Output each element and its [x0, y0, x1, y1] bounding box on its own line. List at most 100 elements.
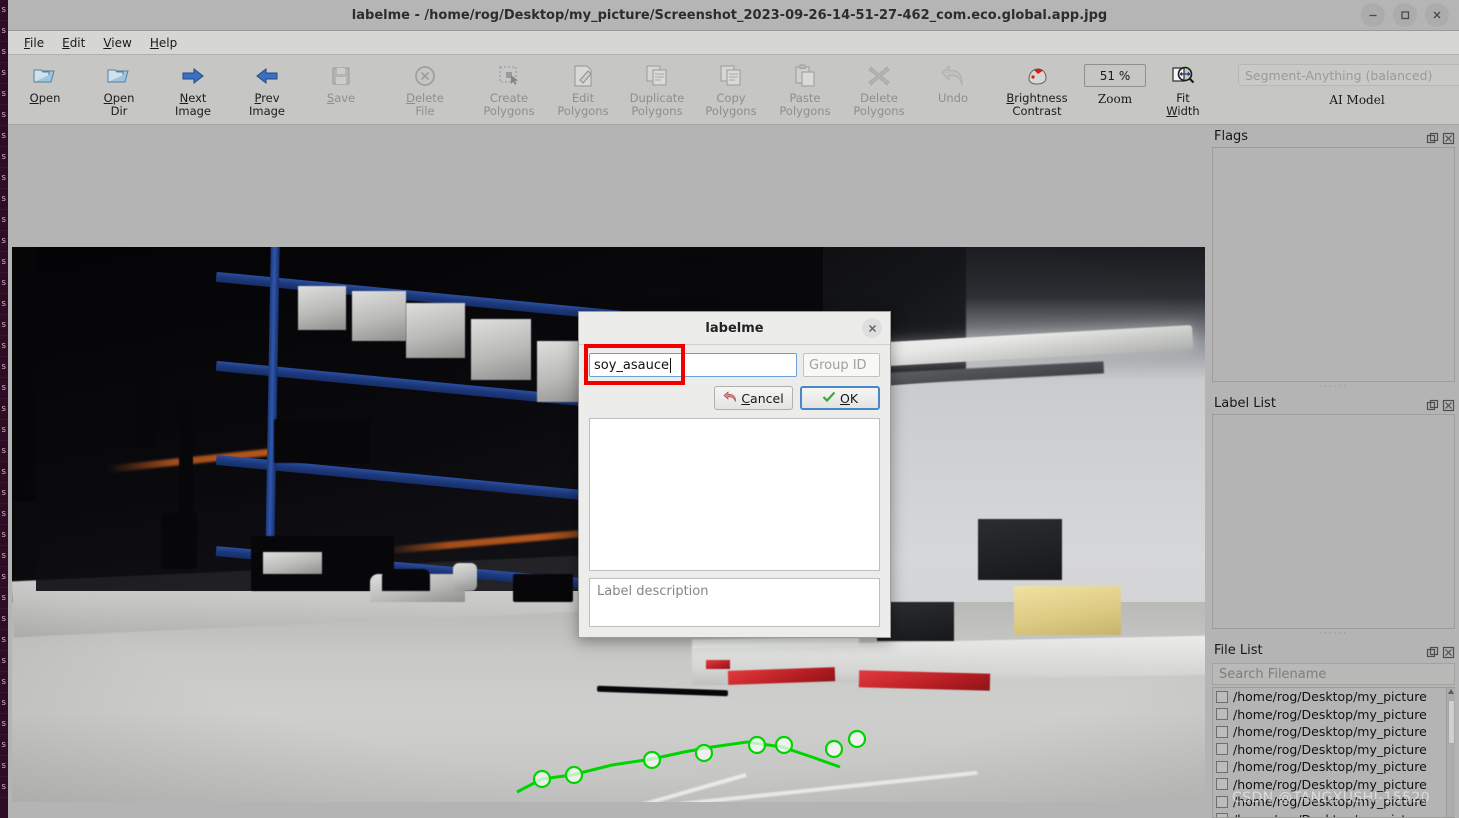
file-item-label: /home/rog/Desktop/my_picture	[1233, 706, 1427, 722]
file-list[interactable]: /home/rog/Desktop/my_picture/home/rog/De…	[1212, 687, 1455, 818]
toolbar-button-open-dir[interactable]: Open Dir	[82, 59, 156, 123]
file-item-label: /home/rog/Desktop/my_picture	[1233, 741, 1427, 757]
file-list-item[interactable]: /home/rog/Desktop/my_picture	[1213, 811, 1455, 817]
toolbar-button-label: Duplicate Polygons	[629, 91, 685, 118]
maximize-icon[interactable]	[1393, 3, 1417, 27]
float-panel-icon[interactable]	[1426, 130, 1439, 143]
file-list-item[interactable]: /home/rog/Desktop/my_picture	[1213, 793, 1455, 811]
close-panel-icon[interactable]	[1442, 130, 1455, 144]
file-item-checkbox[interactable]	[1216, 708, 1228, 721]
scroll-up-arrow-icon[interactable]	[1448, 689, 1454, 694]
close-icon[interactable]	[862, 318, 882, 338]
file-list-item[interactable]: /home/rog/Desktop/my_picture	[1213, 776, 1455, 794]
dock-splitter-2[interactable]: ······	[1208, 629, 1459, 639]
copy-polygon-icon	[718, 62, 744, 90]
float-panel-icon[interactable]	[1426, 397, 1439, 410]
group-id-input[interactable]: Group ID	[803, 353, 880, 377]
close-icon[interactable]	[1425, 3, 1449, 27]
photo-yellow-cabinet	[1014, 585, 1122, 636]
close-panel-icon[interactable]	[1442, 397, 1455, 411]
file-list-item[interactable]: /home/rog/Desktop/my_picture	[1213, 723, 1455, 741]
terminal-line: s	[0, 378, 8, 399]
terminal-line: s	[0, 336, 8, 357]
label-input[interactable]: soy_asauce	[589, 353, 797, 377]
toolbar-button-label: Copy Polygons	[705, 91, 757, 118]
toolbar-button-fit-width[interactable]: Fit Width	[1146, 59, 1220, 123]
toolbar-button-label: Undo	[937, 91, 969, 105]
dialog-buttons: Cancel OK	[589, 386, 880, 410]
toolbar-button-next-image[interactable]: Next Image	[156, 59, 230, 123]
file-list-item[interactable]: /home/rog/Desktop/my_picture	[1213, 758, 1455, 776]
flags-panel-body[interactable]	[1212, 147, 1455, 382]
file-item-checkbox[interactable]	[1216, 795, 1228, 808]
file-list-scrollbar[interactable]	[1446, 688, 1455, 817]
menu-item-edit[interactable]: Edit	[54, 33, 93, 53]
toolbar-button-label: Delete File	[406, 91, 444, 118]
label-description-placeholder: Label description	[597, 584, 709, 599]
photo-shelf-item-7	[513, 574, 573, 603]
zoom-label: Zoom	[1097, 92, 1133, 106]
toolbar-button-label: Edit Polygons	[557, 91, 609, 118]
undo-arrow-icon	[940, 62, 966, 90]
scrollbar-thumb[interactable]	[1448, 700, 1455, 744]
toolbar-button-prev-image[interactable]: Prev Image	[230, 59, 304, 123]
file-item-checkbox[interactable]	[1216, 743, 1228, 756]
terminal-line: s	[0, 462, 8, 483]
photo-shelf-item-6	[453, 563, 478, 592]
terminal-line: s	[0, 231, 8, 252]
photo-box-4	[471, 319, 531, 381]
cancel-button[interactable]: Cancel	[714, 386, 793, 410]
labelme-window: ssssssssssssssssssssssssssssssssssssss l…	[0, 0, 1459, 818]
arrow-right-icon	[180, 62, 206, 90]
right-dock: Flags ······ Label List ······ File List…	[1208, 125, 1459, 818]
file-item-checkbox[interactable]	[1216, 813, 1228, 817]
ok-button-label: OK	[839, 390, 859, 406]
dock-splitter-1[interactable]: ······	[1208, 382, 1459, 392]
menu-item-help[interactable]: Help	[142, 33, 185, 53]
background-terminal-strip: ssssssssssssssssssssssssssssssssssssss	[0, 0, 8, 818]
toolbar-button-undo: Undo	[916, 59, 990, 123]
ai-model-select[interactable]: Segment-Anything (balanced)▼	[1238, 64, 1459, 86]
menu-item-view[interactable]: View	[95, 33, 139, 53]
terminal-line: s	[0, 693, 8, 714]
brightness-contrast-icon	[1024, 62, 1050, 90]
file-item-checkbox[interactable]	[1216, 690, 1228, 703]
terminal-line: s	[0, 714, 8, 735]
dialog-title-bar: labelme	[579, 312, 890, 345]
terminal-line: s	[0, 756, 8, 777]
terminal-line: s	[0, 189, 8, 210]
file-item-label: /home/rog/Desktop/my_picture	[1233, 776, 1427, 792]
zoom-value-input[interactable]: 51 %	[1084, 64, 1146, 87]
search-input[interactable]: Search Filename	[1212, 663, 1455, 685]
file-list-item[interactable]: /home/rog/Desktop/my_picture	[1213, 741, 1455, 759]
photo-tool-2	[179, 402, 194, 525]
photo-box-2	[352, 291, 406, 342]
file-list-panel-icons	[1426, 644, 1455, 658]
terminal-line: s	[0, 609, 8, 630]
label-description-input[interactable]: Label description	[589, 578, 880, 627]
file-item-checkbox[interactable]	[1216, 778, 1228, 791]
label-suggestion-list[interactable]	[589, 418, 880, 571]
photo-cabinet-dark	[978, 518, 1062, 580]
toolbar-button-open[interactable]: Open	[8, 59, 82, 123]
menu-item-file[interactable]: File	[16, 33, 52, 53]
cancel-button-label: Cancel	[741, 390, 784, 406]
minimize-icon[interactable]	[1361, 3, 1385, 27]
toolbar-button-label: Delete Polygons	[853, 91, 905, 118]
photo-shelf-item-3	[262, 552, 323, 575]
terminal-line: s	[0, 21, 8, 42]
edit-polygon-icon	[570, 62, 596, 90]
toolbar-button-brightness-contrast[interactable]: Brightness Contrast	[1000, 59, 1074, 123]
toolbar-button-label: Open	[29, 91, 61, 105]
terminal-line: s	[0, 63, 8, 84]
file-item-checkbox[interactable]	[1216, 725, 1228, 738]
file-list-item[interactable]: /home/rog/Desktop/my_picture	[1213, 688, 1455, 706]
close-panel-icon[interactable]	[1442, 644, 1455, 658]
float-panel-icon[interactable]	[1426, 644, 1439, 657]
file-list-item[interactable]: /home/rog/Desktop/my_picture	[1213, 706, 1455, 724]
file-item-checkbox[interactable]	[1216, 760, 1228, 773]
terminal-line: s	[0, 147, 8, 168]
terminal-line: s	[0, 525, 8, 546]
label-list-panel-body[interactable]	[1212, 414, 1455, 629]
ok-button[interactable]: OK	[800, 386, 880, 410]
